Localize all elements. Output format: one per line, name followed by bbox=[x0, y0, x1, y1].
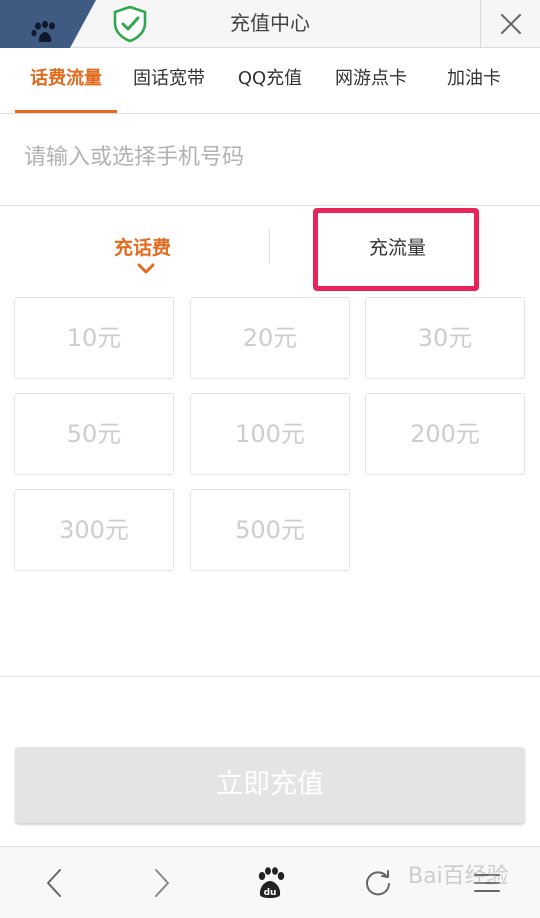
back-button[interactable] bbox=[19, 847, 89, 918]
bottom-nav: du bbox=[0, 846, 540, 918]
amount-option[interactable]: 10元 bbox=[14, 297, 174, 379]
chevron-left-icon bbox=[47, 869, 61, 897]
amount-option[interactable]: 500元 bbox=[190, 489, 350, 571]
amount-option[interactable]: 30元 bbox=[365, 297, 525, 379]
section-divider bbox=[0, 676, 540, 677]
tab-phone-credit[interactable]: 充话费 bbox=[85, 233, 200, 260]
top-bar: 充值中心 bbox=[0, 0, 540, 48]
chevron-right-icon bbox=[155, 869, 169, 897]
tab-qq-recharge[interactable]: QQ充值 bbox=[230, 49, 310, 113]
baidu-paw-icon: du bbox=[258, 867, 285, 898]
amount-option[interactable]: 200元 bbox=[365, 393, 525, 475]
recharge-now-button[interactable]: 立即充值 bbox=[15, 747, 525, 823]
svg-text:du: du bbox=[264, 888, 277, 898]
close-button[interactable] bbox=[480, 0, 540, 48]
recharge-type-tabs: 充话费 充流量 bbox=[0, 207, 540, 291]
tab-fuel-card[interactable]: 加油卡 bbox=[438, 49, 510, 113]
amount-option[interactable]: 300元 bbox=[14, 489, 174, 571]
phone-input-area bbox=[0, 114, 540, 206]
amount-option[interactable]: 50元 bbox=[14, 393, 174, 475]
paw-icon bbox=[31, 21, 55, 42]
phone-number-input[interactable] bbox=[24, 134, 514, 180]
refresh-icon bbox=[366, 870, 390, 896]
chevron-down-icon bbox=[137, 263, 155, 274]
baidu-home-button[interactable]: du bbox=[235, 847, 305, 918]
tab-phone-data[interactable]: 话费流量 bbox=[15, 49, 117, 113]
menu-icon bbox=[474, 874, 500, 892]
tab-phone-credit-label: 充话费 bbox=[113, 237, 171, 259]
security-shield-icon[interactable] bbox=[112, 5, 148, 43]
tab-divider bbox=[269, 229, 270, 263]
baidu-tab[interactable] bbox=[0, 0, 96, 48]
forward-button[interactable] bbox=[127, 847, 197, 918]
tab-game-card[interactable]: 网游点卡 bbox=[328, 49, 414, 113]
amount-option[interactable]: 20元 bbox=[190, 297, 350, 379]
amount-option[interactable]: 100元 bbox=[190, 393, 350, 475]
category-tabs: 话费流量 固话宽带 QQ充值 网游点卡 加油卡 bbox=[0, 49, 540, 114]
tab-data-plan[interactable]: 充流量 bbox=[340, 233, 455, 260]
close-icon bbox=[500, 14, 521, 34]
tab-data-plan-label: 充流量 bbox=[368, 237, 426, 259]
tab-landline-broadband[interactable]: 固话宽带 bbox=[126, 49, 212, 113]
refresh-button[interactable] bbox=[343, 847, 413, 918]
menu-button[interactable] bbox=[452, 847, 522, 918]
